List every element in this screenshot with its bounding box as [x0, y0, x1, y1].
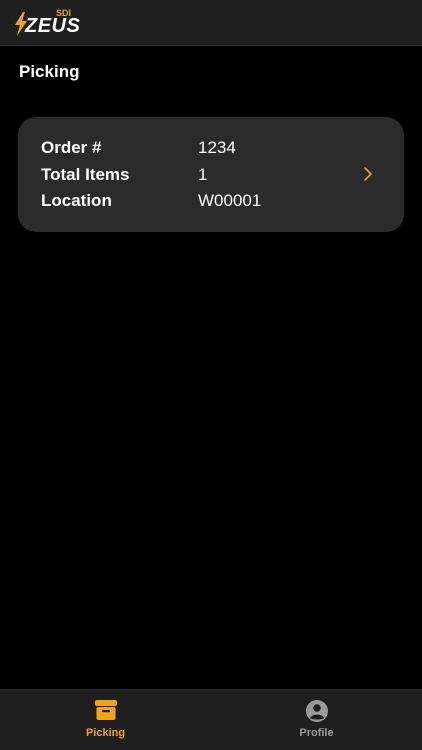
chevron-right-icon[interactable] [362, 165, 374, 183]
location-label: Location [41, 191, 112, 210]
app-logo: ZEUS SDI [14, 8, 81, 38]
app-header: ZEUS SDI [0, 0, 422, 46]
location-row: Location W00001 [41, 188, 341, 214]
total-items-value: 1 [198, 165, 208, 184]
archive-box-icon [94, 700, 117, 720]
order-number-label: Order # [41, 138, 102, 157]
total-items-row: Total Items 1 [41, 162, 341, 188]
order-number-row: Order # 1234 [41, 135, 341, 161]
user-circle-icon [305, 700, 328, 722]
tab-picking[interactable]: Picking [0, 690, 211, 750]
logo-badge: SDI [56, 8, 72, 18]
total-items-label: Total Items [41, 165, 130, 184]
bottom-tab-bar: Picking Profile [0, 689, 422, 750]
location-value: W00001 [198, 191, 262, 210]
order-number-value: 1234 [198, 138, 236, 157]
tab-picking-label: Picking [85, 727, 126, 739]
page-title: Picking [19, 62, 80, 81]
order-card[interactable]: Order # 1234 Total Items 1 Location W000… [18, 117, 404, 232]
tab-profile-label: Profile [299, 727, 334, 739]
logo-wordmark: ZEUS [25, 15, 81, 37]
tab-profile[interactable]: Profile [211, 690, 422, 750]
